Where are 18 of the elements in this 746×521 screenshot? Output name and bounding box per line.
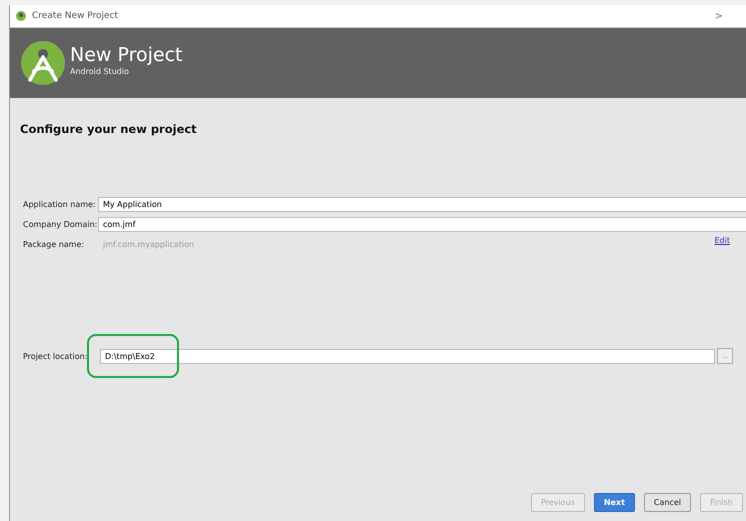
android-studio-icon bbox=[16, 11, 26, 21]
text-field[interactable]: com.jmf bbox=[98, 216, 746, 232]
text-field[interactable]: My Application bbox=[98, 196, 746, 212]
window-title: Create New Project bbox=[32, 11, 120, 21]
dialog-button[interactable]: Cancel bbox=[644, 493, 692, 512]
field-label: Company Domain: bbox=[22, 220, 98, 228]
header-subtitle: Android Studio bbox=[70, 67, 130, 76]
field-label: Project location: bbox=[22, 352, 88, 360]
dialog-button[interactable]: Next bbox=[594, 493, 635, 512]
edit-link[interactable]: Edit bbox=[714, 236, 730, 245]
field-label: Application name: bbox=[22, 200, 97, 208]
section-title: Configure your new project bbox=[20, 122, 198, 136]
close-button[interactable]: > bbox=[714, 10, 723, 22]
location-field[interactable]: D:\tmp\Exo2 bbox=[100, 348, 715, 364]
package-name-value: jmf.com.myapplication bbox=[102, 240, 194, 248]
android-studio-logo-icon bbox=[20, 40, 66, 86]
header-title: New Project bbox=[70, 44, 182, 66]
field-label: Package name: bbox=[22, 240, 86, 248]
